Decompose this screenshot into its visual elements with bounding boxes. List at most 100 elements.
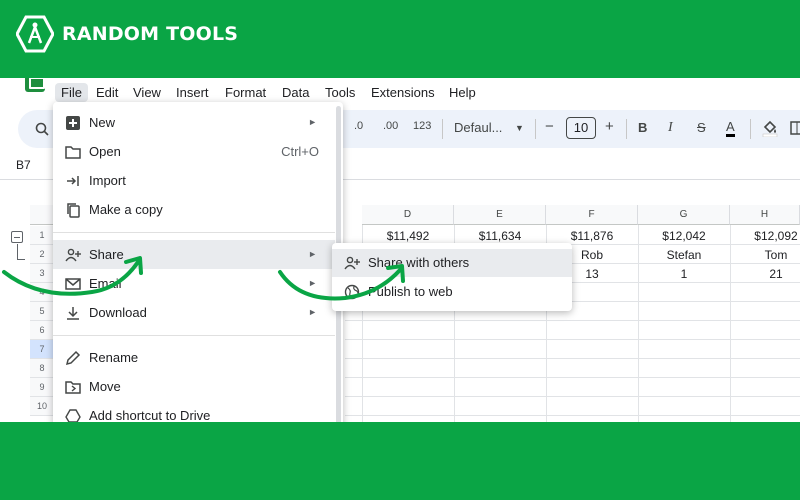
menu-item-open[interactable]: Open Ctrl+O bbox=[53, 137, 335, 166]
mail-icon bbox=[65, 278, 81, 290]
table-cell[interactable]: 1 bbox=[638, 265, 730, 284]
name-box[interactable]: B7 bbox=[16, 158, 31, 172]
bold-button[interactable]: B bbox=[638, 120, 647, 135]
select-all-corner[interactable] bbox=[30, 205, 54, 225]
chevron-down-icon[interactable]: ▼ bbox=[515, 123, 524, 133]
grid-line bbox=[345, 396, 800, 397]
menu-divider bbox=[53, 232, 335, 233]
collapse-group-icon[interactable] bbox=[11, 231, 23, 243]
move-folder-icon bbox=[65, 381, 81, 394]
row-header-selected[interactable]: 7 bbox=[30, 340, 54, 359]
menu-item-download[interactable]: Download ► bbox=[53, 298, 335, 327]
menu-item-publish-to-web[interactable]: Publish to web bbox=[332, 278, 572, 306]
menu-item-label: Publish to web bbox=[368, 284, 453, 299]
menu-insert[interactable]: Insert bbox=[176, 85, 209, 100]
menu-item-label: Download bbox=[89, 305, 147, 320]
menu-item-label: Make a copy bbox=[89, 202, 163, 217]
column-header-d[interactable]: D bbox=[362, 205, 454, 225]
menu-item-make-copy[interactable]: Make a copy bbox=[53, 195, 335, 224]
row-header[interactable]: 10 bbox=[30, 397, 54, 416]
row-header[interactable]: 9 bbox=[30, 378, 54, 397]
menu-help[interactable]: Help bbox=[449, 85, 476, 100]
table-cell[interactable]: Tom bbox=[730, 246, 800, 265]
table-cell[interactable]: $12,042 bbox=[638, 227, 730, 246]
menu-item-label: Move bbox=[89, 379, 121, 394]
menu-item-rename[interactable]: Rename bbox=[53, 343, 335, 372]
shortcut-label: Ctrl+O bbox=[281, 144, 319, 159]
table-cell[interactable]: Stefan bbox=[638, 246, 730, 265]
strikethrough-button[interactable]: S bbox=[697, 120, 706, 135]
search-icon[interactable] bbox=[35, 122, 49, 136]
menu-extensions[interactable]: Extensions bbox=[371, 85, 435, 100]
italic-button[interactable]: I bbox=[668, 120, 673, 136]
menu-format[interactable]: Format bbox=[225, 85, 266, 100]
row-header[interactable]: 3 bbox=[30, 264, 54, 283]
menu-item-move[interactable]: Move bbox=[53, 372, 335, 401]
share-submenu: Share with others Publish to web bbox=[332, 243, 572, 311]
column-header-e[interactable]: E bbox=[454, 205, 546, 225]
menu-item-share-with-others[interactable]: Share with others bbox=[332, 249, 572, 277]
group-line bbox=[17, 259, 25, 260]
font-size-input[interactable]: 10 bbox=[566, 117, 596, 139]
borders-icon[interactable] bbox=[790, 121, 800, 135]
menu-item-label: Share bbox=[89, 247, 124, 262]
globe-icon bbox=[344, 284, 360, 300]
menu-item-label: Share with others bbox=[368, 255, 470, 270]
menu-edit[interactable]: Edit bbox=[96, 85, 118, 100]
grid-line bbox=[345, 339, 800, 340]
increase-decimal-button[interactable]: .00 bbox=[383, 120, 398, 132]
menu-item-label: Email bbox=[89, 276, 122, 291]
submenu-arrow-icon: ► bbox=[308, 249, 317, 259]
submenu-arrow-icon: ► bbox=[308, 117, 317, 127]
row-header[interactable]: 1 bbox=[30, 226, 54, 245]
grid-line bbox=[345, 415, 800, 416]
row-header[interactable]: 6 bbox=[30, 321, 54, 340]
table-cell[interactable]: 21 bbox=[730, 265, 800, 284]
drive-shortcut-icon bbox=[65, 409, 81, 422]
toolbar-divider bbox=[535, 119, 536, 139]
import-icon bbox=[67, 176, 79, 186]
text-color-button[interactable]: A bbox=[726, 120, 735, 137]
toolbar-divider bbox=[750, 119, 751, 139]
toolbar-divider bbox=[442, 119, 443, 139]
menu-item-import[interactable]: Import bbox=[53, 166, 335, 195]
outline-gutter bbox=[0, 225, 30, 422]
menu-item-share[interactable]: Share ► bbox=[53, 240, 335, 269]
menu-tools[interactable]: Tools bbox=[325, 85, 355, 100]
row-header[interactable]: 4 bbox=[30, 283, 54, 302]
menu-data[interactable]: Data bbox=[282, 85, 309, 100]
toolbar-divider bbox=[626, 119, 627, 139]
menu-file[interactable]: File bbox=[55, 83, 88, 102]
fill-color-icon[interactable] bbox=[761, 119, 779, 137]
submenu-arrow-icon: ► bbox=[308, 307, 317, 317]
plus-sheet-icon bbox=[66, 116, 80, 130]
increase-font-size-button[interactable]: + bbox=[605, 118, 614, 135]
brand-name: RANDOM TOOLS bbox=[62, 23, 239, 45]
menu-item-add-shortcut[interactable]: Add shortcut to Drive bbox=[53, 401, 335, 422]
grid-line bbox=[345, 358, 800, 359]
menu-item-new[interactable]: New ► bbox=[53, 108, 335, 137]
copy-icon bbox=[67, 203, 80, 218]
row-header[interactable]: 5 bbox=[30, 302, 54, 321]
brand-header: RANDOM TOOLS bbox=[16, 15, 238, 53]
column-header-f[interactable]: F bbox=[546, 205, 638, 225]
menu-item-email[interactable]: Email ► bbox=[53, 269, 335, 298]
submenu-arrow-icon: ► bbox=[308, 278, 317, 288]
row-header[interactable]: 2 bbox=[30, 245, 54, 264]
add-person-icon bbox=[65, 248, 81, 262]
table-cell[interactable]: $12,092 bbox=[730, 227, 800, 246]
decrease-font-size-button[interactable]: − bbox=[545, 118, 554, 135]
compass-logo-icon bbox=[16, 15, 54, 53]
number-format-button[interactable]: 123 bbox=[413, 120, 431, 132]
font-select[interactable]: Defaul... bbox=[454, 120, 502, 135]
column-header-h[interactable]: H bbox=[730, 205, 800, 225]
grid-line bbox=[345, 320, 800, 321]
column-header-g[interactable]: G bbox=[638, 205, 730, 225]
menu-item-label: Open bbox=[89, 144, 121, 159]
decrease-decimal-button[interactable]: .0 bbox=[354, 120, 363, 132]
menu-item-label: Rename bbox=[89, 350, 139, 365]
menu-view[interactable]: View bbox=[133, 85, 161, 100]
row-header[interactable]: 8 bbox=[30, 359, 54, 378]
group-line bbox=[17, 244, 18, 259]
menu-item-label: Add shortcut to Drive bbox=[89, 408, 211, 422]
